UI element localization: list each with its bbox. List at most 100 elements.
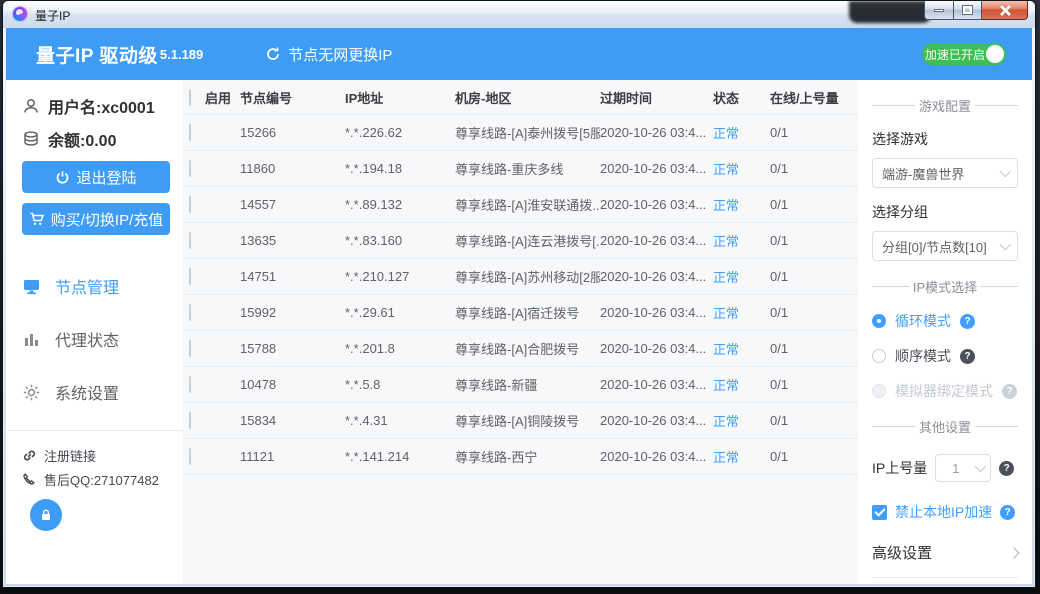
ip-cell: *.*.4.31 [345, 413, 455, 428]
sidebar-menu: 节点管理 代理状态 [22, 271, 183, 407]
section-divider-game: 游戏配置 [872, 96, 1018, 115]
table-row[interactable]: 15834 *.*.4.31 尊享线路-[A]铜陵拨号 2020-10-26 0… [183, 403, 858, 439]
expire-cell: 2020-10-26 03:4... [600, 413, 713, 428]
close-button[interactable] [982, 1, 1028, 20]
ip-count-select[interactable]: 1 [935, 454, 991, 482]
help-icon[interactable] [960, 314, 975, 329]
table-row[interactable]: 11860 *.*.194.18 尊享线路-重庆多线 2020-10-26 03… [183, 151, 858, 187]
status-cell: 正常 [713, 303, 770, 322]
group-select-value: 分组[0]/节点数[10] [882, 237, 1000, 256]
online-cell: 0/1 [770, 125, 858, 140]
select-all-checkbox[interactable] [189, 89, 191, 106]
table-row[interactable]: 15788 *.*.201.8 尊享线路-[A]合肥拨号 2020-10-26 … [183, 331, 858, 367]
radio-unchecked-icon [872, 349, 886, 363]
row-checkbox[interactable] [189, 412, 191, 429]
radio-sequence-mode[interactable]: 顺序模式 [872, 346, 1018, 366]
ip-count-label: IP上号量 [872, 458, 927, 478]
acceleration-toggle[interactable]: 加速已开启 [922, 43, 1006, 65]
node-id-cell: 15992 [240, 305, 345, 320]
sidebar-item-system-settings[interactable]: 系统设置 [22, 377, 183, 407]
sidebar-item-label: 节点管理 [55, 274, 119, 298]
table-row[interactable]: 13635 *.*.83.160 尊享线路-[A]连云港拨号[... 2020-… [183, 223, 858, 259]
status-cell: 正常 [713, 339, 770, 358]
table-row[interactable]: 15992 *.*.29.61 尊享线路-[A]宿迁拨号 2020-10-26 … [183, 295, 858, 331]
sidebar-item-node-management[interactable]: 节点管理 [22, 271, 183, 301]
minimize-button[interactable] [924, 1, 954, 20]
expire-cell: 2020-10-26 03:4... [600, 161, 713, 176]
row-checkbox[interactable] [189, 448, 191, 465]
row-checkbox[interactable] [189, 340, 191, 357]
column-header-ip: IP地址 [345, 88, 455, 107]
username-label: 用户名:xc0001 [48, 94, 155, 118]
row-checkbox[interactable] [189, 196, 191, 213]
radio-disabled-icon [872, 384, 886, 398]
status-cell: 正常 [713, 231, 770, 250]
help-icon[interactable] [1000, 505, 1015, 520]
help-icon[interactable] [960, 349, 975, 364]
expire-cell: 2020-10-26 03:4... [600, 305, 713, 320]
room-region-cell: 尊享线路-[A]泰州拨号[5服] [455, 123, 600, 142]
online-cell: 0/1 [770, 341, 858, 356]
checkbox-checked-icon [872, 505, 887, 520]
row-checkbox[interactable] [189, 124, 191, 141]
room-region-cell: 尊享线路-[A]铜陵拨号 [455, 411, 600, 430]
maximize-icon [963, 6, 972, 14]
refresh-label: 节点无网更换IP [288, 44, 392, 65]
room-region-cell: 尊享线路-[A]淮安联通拨... [455, 195, 600, 214]
app-header: 量子IP 驱动级5.1.189 节点无网更换IP 加速已开启 [6, 28, 1032, 80]
table-row[interactable]: 14557 *.*.89.132 尊享线路-[A]淮安联通拨... 2020-1… [183, 187, 858, 223]
game-select[interactable]: 端游-魔兽世界 [872, 158, 1018, 188]
settings-panel: 游戏配置 选择游戏 端游-魔兽世界 选择分组 分组[0]/节点数[10] IP模… [858, 80, 1032, 584]
sidebar-footer: 注册链接 售后QQ:271077482 [6, 430, 183, 531]
online-cell: 0/1 [770, 305, 858, 320]
row-checkbox[interactable] [189, 304, 191, 321]
room-region-cell: 尊享线路-重庆多线 [455, 159, 600, 178]
power-icon [55, 170, 70, 185]
table-row[interactable]: 15266 *.*.226.62 尊享线路-[A]泰州拨号[5服] 2020-1… [183, 115, 858, 151]
radio-emulator-bind-mode: 模拟器绑定模式 [872, 381, 1018, 401]
group-select[interactable]: 分组[0]/节点数[10] [872, 231, 1018, 261]
sidebar-item-proxy-status[interactable]: 代理状态 [22, 324, 183, 354]
register-link[interactable]: 注册链接 [22, 443, 183, 467]
maximize-button[interactable] [954, 1, 982, 20]
row-checkbox[interactable] [189, 376, 191, 393]
help-icon [1002, 384, 1017, 399]
column-header-node: 节点编号 [240, 88, 345, 107]
ip-cell: *.*.141.214 [345, 449, 455, 464]
advanced-settings-row[interactable]: 高级设置 [872, 542, 1018, 578]
expire-cell: 2020-10-26 03:4... [600, 341, 713, 356]
help-icon[interactable] [999, 461, 1014, 476]
balance-row: 余额:0.00 [22, 127, 183, 151]
online-cell: 0/1 [770, 161, 858, 176]
row-checkbox[interactable] [189, 232, 191, 249]
row-checkbox[interactable] [189, 160, 191, 177]
node-id-cell: 14557 [240, 197, 345, 212]
buy-switch-recharge-button[interactable]: 购买/切换IP/充值 [22, 203, 170, 235]
room-region-cell: 尊享线路-[A]苏州移动[2服] [455, 267, 600, 286]
toggle-knob [986, 45, 1004, 63]
column-header-status: 状态 [713, 88, 770, 107]
lock-button[interactable] [30, 499, 62, 531]
user-icon [22, 97, 40, 115]
logout-button[interactable]: 退出登陆 [22, 161, 170, 193]
status-cell: 正常 [713, 375, 770, 394]
link-icon [22, 448, 37, 463]
chevron-right-icon [1008, 547, 1019, 558]
column-header-expire: 过期时间 [600, 88, 713, 107]
refresh-ip-action[interactable]: 节点无网更换IP [265, 44, 392, 65]
support-label: 售后QQ:271077482 [44, 470, 159, 489]
row-checkbox[interactable] [189, 268, 191, 285]
radio-loop-mode[interactable]: 循环模式 [872, 311, 1018, 331]
table-row[interactable]: 14751 *.*.210.127 尊享线路-[A]苏州移动[2服] 2020-… [183, 259, 858, 295]
table-row[interactable]: 10478 *.*.5.8 尊享线路-新疆 2020-10-26 03:4...… [183, 367, 858, 403]
online-cell: 0/1 [770, 269, 858, 284]
toggle-label: 加速已开启 [922, 46, 986, 63]
brand-title: 量子IP 驱动级 [36, 41, 158, 68]
status-cell: 正常 [713, 195, 770, 214]
disable-local-ip-checkbox[interactable]: 禁止本地IP加速 [872, 502, 1018, 522]
table-row[interactable]: 11121 *.*.141.214 尊享线路-西宁 2020-10-26 03:… [183, 439, 858, 475]
expire-cell: 2020-10-26 03:4... [600, 233, 713, 248]
online-cell: 0/1 [770, 413, 858, 428]
online-cell: 0/1 [770, 197, 858, 212]
column-header-enable: 启用 [205, 88, 240, 107]
